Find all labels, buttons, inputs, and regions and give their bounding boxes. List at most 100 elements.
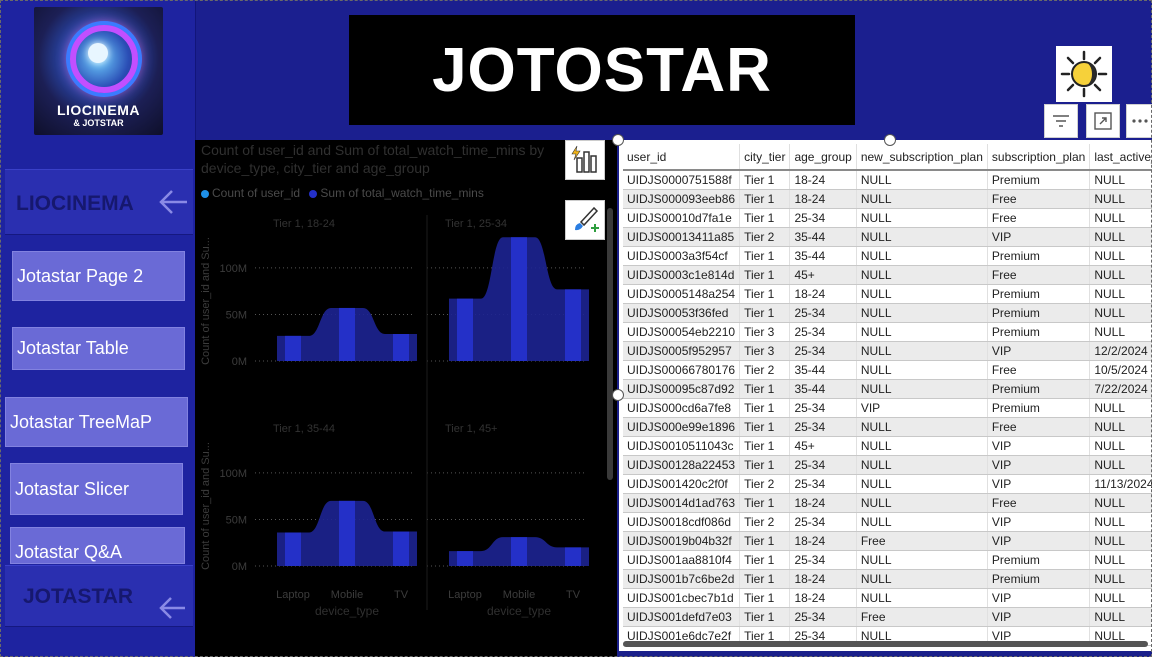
table-row[interactable]: UIDJS00013411a85 Tier 2 35-44 NULL VIP NULL xyxy=(623,227,1152,247)
nav-jotastar-qa[interactable]: Jotastar Q&A xyxy=(10,527,185,564)
filter-button[interactable] xyxy=(1044,104,1078,138)
bar-laptop xyxy=(285,532,301,566)
table-cell: 18-24 xyxy=(789,588,857,608)
table-row[interactable]: UIDJS001defd7e03 Tier 1 25-34 Free VIP NULL xyxy=(623,607,1152,627)
resize-handle[interactable] xyxy=(612,389,624,401)
column-header[interactable]: user_id xyxy=(623,144,741,171)
data-table-visual[interactable]: user_id city_tier age_group new_subscriptio… xyxy=(619,140,1152,651)
table-cell: NULL xyxy=(1089,455,1152,475)
table-row[interactable]: UIDJS000093eeb86 Tier 1 18-24 NULL Free NULL xyxy=(623,189,1152,209)
table-row[interactable]: UIDJS00095c87d92 Tier 1 35-44 NULL Premium 7/… xyxy=(623,379,1152,399)
table-row[interactable]: UIDJS001b7c6be2d Tier 1 18-24 NULL Premium NU… xyxy=(623,569,1152,589)
table-cell: 18-24 xyxy=(789,493,857,513)
table-row[interactable]: UIDJS00054eb2210 Tier 3 25-34 NULL Premium NU… xyxy=(623,322,1152,342)
table-cell: NULL xyxy=(1089,170,1152,190)
table-cell: UIDJS0005148a254 xyxy=(623,284,741,304)
table-cell: Premium xyxy=(987,170,1091,190)
more-options-button[interactable] xyxy=(1126,104,1152,138)
table-row[interactable]: UIDJS00053f36fed Tier 1 25-34 NULL Premium NU… xyxy=(623,303,1152,323)
table-cell: NULL xyxy=(1089,417,1152,437)
table-cell: 25-34 xyxy=(789,208,857,228)
table-row[interactable]: UIDJS0000751588f Tier 1 18-24 NULL Premium NU… xyxy=(623,170,1152,190)
table-row[interactable]: UIDJS0019b04b32f Tier 1 18-24 Free VIP NULL xyxy=(623,531,1152,551)
bar-laptop xyxy=(457,551,473,566)
table-cell: 18-24 xyxy=(789,170,857,190)
table-row[interactable]: UIDJS001420c2f0f Tier 2 25-34 NULL VIP 11/13/… xyxy=(623,474,1152,494)
table-row[interactable]: UIDJS00010d7fa1e Tier 1 25-34 NULL Free NULL xyxy=(623,208,1152,228)
table-cell: Tier 2 xyxy=(739,512,791,532)
table-cell: 11/13/2024 xyxy=(1089,474,1152,494)
resize-handle[interactable] xyxy=(612,134,624,146)
column-header[interactable]: subscription_plan xyxy=(987,144,1091,171)
column-header[interactable]: new_subscription_plan xyxy=(856,144,988,171)
chart-visual[interactable]: Count of user_id and Sum of total_watch_… xyxy=(195,140,617,657)
table-cell: 25-34 xyxy=(789,607,857,627)
table-row[interactable]: UIDJS000e99e1896 Tier 1 25-34 NULL Free NULL xyxy=(623,417,1152,437)
table-cell: VIP xyxy=(987,455,1091,475)
nav-jotastar-treemap[interactable]: Jotastar TreeMaP xyxy=(5,397,188,447)
paintbrush-plus-icon xyxy=(575,206,599,232)
y-tick-label: 50M xyxy=(226,514,247,526)
y-tick-label: 0M xyxy=(232,561,247,573)
table-cell: NULL xyxy=(856,189,988,209)
column-header[interactable]: last_active_ xyxy=(1089,144,1152,171)
bar-chart-lightning-icon xyxy=(571,145,597,173)
jotastar-section-button[interactable]: JOTASTAR xyxy=(5,565,193,627)
small-multiples-chart: Count of user_id and Su... 100M 50M 0M Count… xyxy=(200,215,589,618)
format-visual-button[interactable] xyxy=(565,200,605,240)
resize-handle[interactable] xyxy=(884,134,896,146)
panel-title: Tier 1, 25-34 xyxy=(445,218,507,230)
table-row[interactable]: UIDJS0003a3f54cf Tier 1 35-44 NULL Premium NU… xyxy=(623,246,1152,266)
liocinema-section-button[interactable]: LIOCINEMA xyxy=(5,169,193,235)
table-cell: Tier 1 xyxy=(739,550,791,570)
logo-eye xyxy=(88,43,108,63)
table-cell: NULL xyxy=(856,550,988,570)
theme-toggle-button[interactable] xyxy=(1056,46,1112,102)
table-cell: Free xyxy=(987,189,1091,209)
focus-mode-button[interactable] xyxy=(1086,104,1120,138)
quick-insights-button[interactable] xyxy=(565,140,605,180)
table-row[interactable]: UIDJS001cbec7b1d Tier 1 18-24 NULL VIP NULL xyxy=(623,588,1152,608)
table-cell: NULL xyxy=(856,246,988,266)
table-cell: VIP xyxy=(987,531,1091,551)
table-row[interactable]: UIDJS0018cdf086d Tier 2 25-34 NULL VIP NULL xyxy=(623,512,1152,532)
table-row[interactable]: UIDJS0014d1ad763 Tier 1 18-24 NULL Free NULL xyxy=(623,493,1152,513)
nav-jotastar-page-2[interactable]: Jotastar Page 2 xyxy=(12,251,185,301)
table-cell: Tier 1 xyxy=(739,493,791,513)
table-cell: NULL xyxy=(1089,303,1152,323)
table-cell: VIP xyxy=(987,436,1091,456)
table-cell: UIDJS001420c2f0f xyxy=(623,474,741,494)
table-cell: NULL xyxy=(856,417,988,437)
table-row[interactable]: UIDJS001aa8810f4 Tier 1 25-34 NULL Premium NU… xyxy=(623,550,1152,570)
table-cell: NULL xyxy=(1089,531,1152,551)
column-header[interactable]: city_tier xyxy=(739,144,791,171)
table-cell: UIDJS0014d1ad763 xyxy=(623,493,741,513)
table-cell: NULL xyxy=(856,284,988,304)
nav-jotastar-slicer[interactable]: Jotastar Slicer xyxy=(10,463,183,515)
y-tick-label: 0M xyxy=(232,356,247,368)
liocinema-logo: LIOCINEMA & JOTSTAR xyxy=(34,7,163,135)
table-row[interactable]: UIDJS0010511043c Tier 1 45+ NULL VIP NULL xyxy=(623,436,1152,456)
table-row[interactable]: UIDJS00128a22453 Tier 1 25-34 NULL VIP NULL xyxy=(623,455,1152,475)
table-cell: UIDJS0018cdf086d xyxy=(623,512,741,532)
table-row[interactable]: UIDJS0005148a254 Tier 1 18-24 NULL Premium NU… xyxy=(623,284,1152,304)
table-cell: 35-44 xyxy=(789,379,857,399)
table-cell: Free xyxy=(987,208,1091,228)
nav-jotastar-table[interactable]: Jotastar Table xyxy=(12,327,185,370)
table-horizontal-scrollbar[interactable] xyxy=(623,641,1148,647)
table-row[interactable]: UIDJS000cd6a7fe8 Tier 1 25-34 VIP Premium NUL… xyxy=(623,398,1152,418)
table-row[interactable]: UIDJS0005f952957 Tier 3 25-34 NULL VIP 12/2/2… xyxy=(623,341,1152,361)
table-cell: UIDJS00128a22453 xyxy=(623,455,741,475)
table-cell: Tier 3 xyxy=(739,322,791,342)
table-cell: Tier 2 xyxy=(739,227,791,247)
bar-mobile xyxy=(511,537,527,566)
table-row[interactable]: UIDJS0003c1e814d Tier 1 45+ NULL Free NULL xyxy=(623,265,1152,285)
table-cell: 10/5/2024 xyxy=(1089,360,1152,380)
table-cell: Tier 3 xyxy=(739,341,791,361)
table-cell: UIDJS00066780176 xyxy=(623,360,741,380)
column-header[interactable]: age_group xyxy=(789,144,857,171)
table-row[interactable]: UIDJS00066780176 Tier 2 35-44 NULL Free 10/5/… xyxy=(623,360,1152,380)
table-cell: NULL xyxy=(856,227,988,247)
table-cell: 25-34 xyxy=(789,322,857,342)
chart-vertical-scrollbar[interactable] xyxy=(607,208,613,480)
